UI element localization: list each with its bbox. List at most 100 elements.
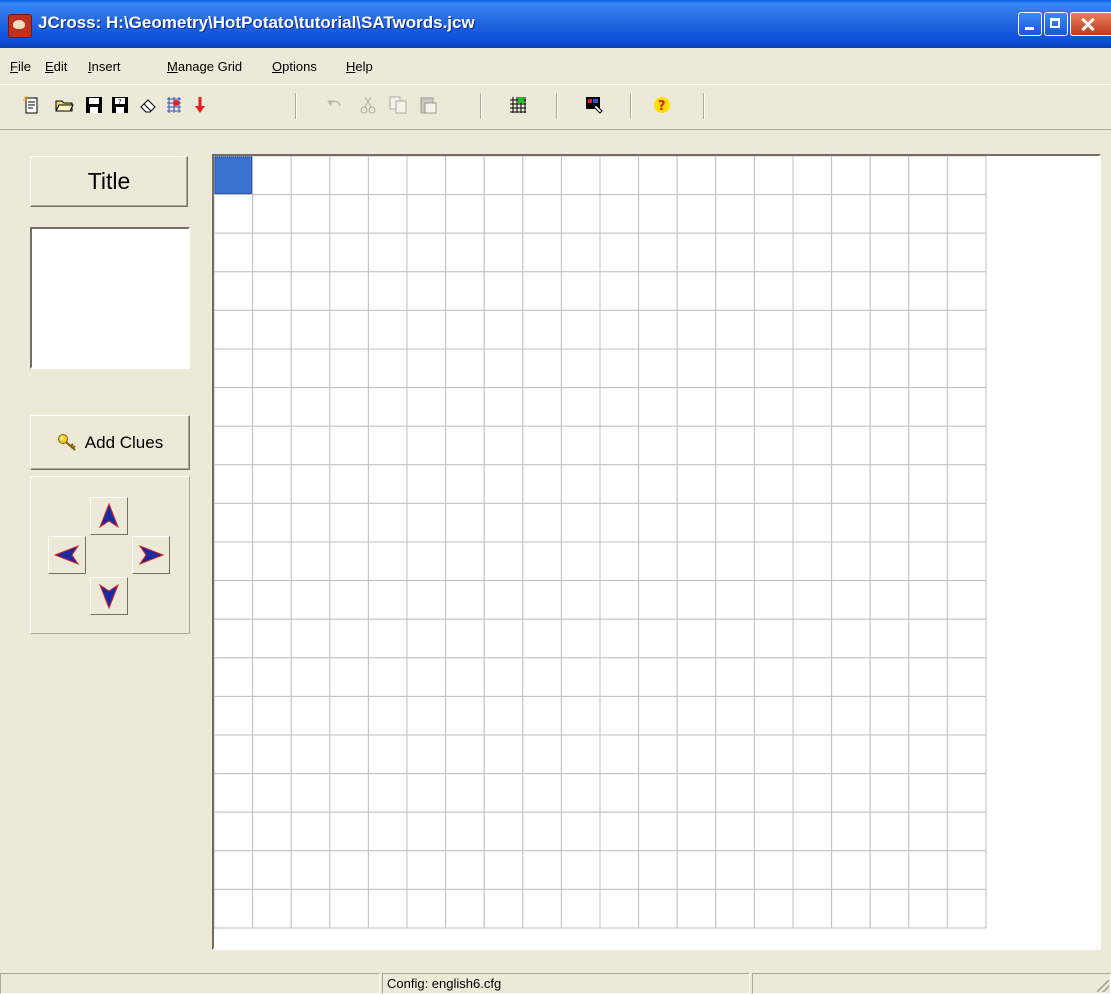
- menu-options[interactable]: Options: [272, 59, 317, 74]
- grid-cell[interactable]: [831, 502, 871, 543]
- grid-cell[interactable]: [367, 309, 408, 350]
- grid-cell[interactable]: [445, 348, 485, 389]
- grid-cell[interactable]: [599, 541, 640, 582]
- grid-cell[interactable]: [599, 695, 640, 736]
- grid-cell[interactable]: [753, 502, 794, 543]
- grid-cell[interactable]: [908, 232, 948, 273]
- grid-cell[interactable]: [946, 309, 987, 350]
- grid-cell[interactable]: [290, 850, 331, 890]
- grid-cell[interactable]: [869, 387, 910, 427]
- grid-cell[interactable]: [252, 811, 292, 852]
- grid-cell[interactable]: [599, 387, 640, 427]
- grid-cell[interactable]: [329, 464, 369, 504]
- grid-cell[interactable]: [214, 618, 254, 659]
- grid-cell[interactable]: [329, 271, 369, 311]
- grid-cell[interactable]: [406, 232, 447, 273]
- new-file-icon[interactable]: [22, 95, 42, 115]
- grid-cell[interactable]: [638, 271, 678, 311]
- grid-cell[interactable]: [290, 425, 331, 466]
- grid-cell[interactable]: [406, 541, 447, 582]
- grid-cell[interactable]: [483, 695, 524, 736]
- grid-cell[interactable]: [329, 502, 369, 543]
- grid-cell[interactable]: [214, 309, 254, 350]
- grid-cell[interactable]: [445, 541, 485, 582]
- grid-cell[interactable]: [290, 541, 331, 582]
- grid-cell[interactable]: [445, 734, 485, 775]
- grid-cell[interactable]: [367, 695, 408, 736]
- grid-cell[interactable]: [869, 309, 910, 350]
- menu-file[interactable]: File: [10, 59, 31, 74]
- grid-cell[interactable]: [214, 271, 254, 311]
- grid-cell[interactable]: [715, 657, 755, 697]
- grid-cell[interactable]: [214, 387, 254, 427]
- grid-cell[interactable]: [483, 387, 524, 427]
- grid-cell[interactable]: [753, 156, 794, 196]
- grid-cell[interactable]: [483, 657, 524, 697]
- grid-cell[interactable]: [367, 888, 408, 929]
- move-left-button[interactable]: [48, 536, 86, 574]
- grid-cell[interactable]: [753, 271, 794, 311]
- grid-cell[interactable]: [676, 232, 717, 273]
- grid-cell[interactable]: [792, 502, 833, 543]
- grid-cell[interactable]: [214, 502, 254, 543]
- grid-cell[interactable]: [560, 425, 601, 466]
- copy-icon[interactable]: [388, 95, 408, 115]
- grid-cell[interactable]: [522, 194, 562, 234]
- grid-cell[interactable]: [831, 309, 871, 350]
- grid-cell[interactable]: [560, 734, 601, 775]
- grid-cell[interactable]: [329, 309, 369, 350]
- grid-cell[interactable]: [753, 387, 794, 427]
- grid-cell[interactable]: [753, 773, 794, 813]
- grid-cell[interactable]: [831, 387, 871, 427]
- grid-cell[interactable]: [406, 580, 447, 620]
- grid-cell[interactable]: [599, 888, 640, 929]
- grid-cell[interactable]: [869, 232, 910, 273]
- grid-cell[interactable]: [406, 734, 447, 775]
- grid-cell[interactable]: [753, 232, 794, 273]
- grid-cell[interactable]: [483, 888, 524, 929]
- grid-cell[interactable]: [560, 773, 601, 813]
- grid-cell[interactable]: [792, 194, 833, 234]
- grid-cell[interactable]: [715, 502, 755, 543]
- grid-cell[interactable]: [367, 387, 408, 427]
- grid-cell[interactable]: [676, 348, 717, 389]
- grid-cell[interactable]: [483, 618, 524, 659]
- grid-cell[interactable]: [329, 541, 369, 582]
- grid-cell[interactable]: [252, 734, 292, 775]
- grid-cell[interactable]: [445, 773, 485, 813]
- grid-cell[interactable]: [522, 580, 562, 620]
- grid-cell[interactable]: [946, 425, 987, 466]
- grid-cell[interactable]: [831, 657, 871, 697]
- grid-cell[interactable]: [869, 348, 910, 389]
- grid-cell[interactable]: [252, 618, 292, 659]
- grid-cell[interactable]: [599, 156, 640, 196]
- grid-cell[interactable]: [290, 502, 331, 543]
- grid-cell[interactable]: [252, 888, 292, 929]
- grid-cell[interactable]: [908, 850, 948, 890]
- grid-cell[interactable]: [483, 232, 524, 273]
- grid-cell[interactable]: [560, 464, 601, 504]
- grid-cell[interactable]: [715, 232, 755, 273]
- grid-cell[interactable]: [290, 387, 331, 427]
- grid-cell[interactable]: [406, 502, 447, 543]
- grid-cell[interactable]: [214, 695, 254, 736]
- grid-cell[interactable]: [252, 271, 292, 311]
- grid-cell[interactable]: [753, 850, 794, 890]
- grid-cell[interactable]: [483, 156, 524, 196]
- grid-cell-selected[interactable]: [214, 156, 254, 196]
- grid-cell[interactable]: [831, 425, 871, 466]
- grid-cell[interactable]: [445, 811, 485, 852]
- grid-cell[interactable]: [406, 618, 447, 659]
- grid-cell[interactable]: [908, 464, 948, 504]
- grid-cell[interactable]: [214, 232, 254, 273]
- grid-cell[interactable]: [753, 348, 794, 389]
- grid-cell[interactable]: [522, 309, 562, 350]
- grid-cell[interactable]: [946, 695, 987, 736]
- grid-cell[interactable]: [792, 657, 833, 697]
- grid-cell[interactable]: [638, 734, 678, 775]
- grid-cell[interactable]: [445, 695, 485, 736]
- grid-cell[interactable]: [946, 888, 987, 929]
- grid-cell[interactable]: [792, 580, 833, 620]
- grid-cell[interactable]: [869, 271, 910, 311]
- grid-cell[interactable]: [329, 348, 369, 389]
